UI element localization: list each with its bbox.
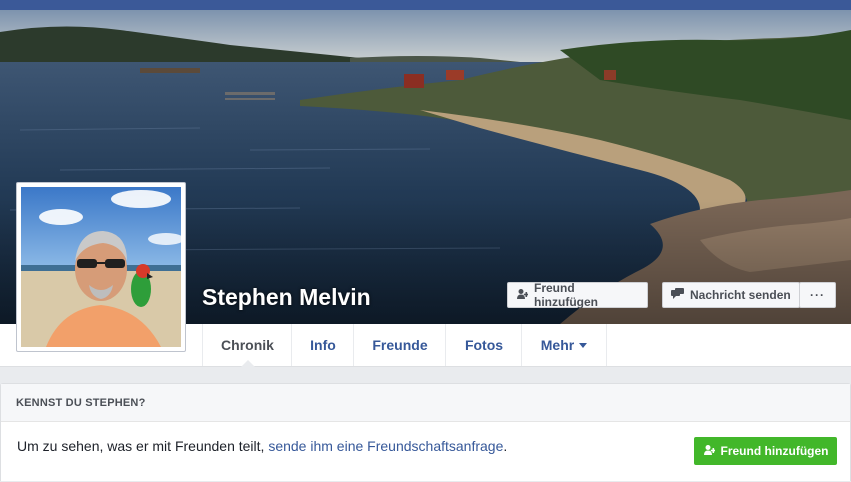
more-options-button[interactable]: ···: [799, 282, 836, 308]
tab-fotos[interactable]: Fotos: [445, 324, 522, 366]
know-person-card: KENNST DU STEPHEN? Um zu sehen, was er m…: [0, 383, 851, 481]
more-dots-icon: ···: [810, 288, 825, 302]
card-header: KENNST DU STEPHEN?: [1, 384, 850, 422]
send-message-label: Nachricht senden: [690, 288, 791, 302]
profile-photo-image: [21, 187, 181, 347]
chevron-down-icon: [579, 342, 588, 348]
add-friend-green-button[interactable]: Freund hinzufügen: [694, 437, 837, 465]
profile-picture[interactable]: [16, 182, 186, 352]
tab-label: Info: [310, 337, 336, 353]
card-body: Um zu sehen, was er mit Freunden teilt, …: [1, 422, 850, 482]
add-friend-icon: [516, 288, 529, 303]
friend-request-link[interactable]: sende ihm eine Freundschaftsanfrage: [268, 438, 503, 454]
tab-chronik[interactable]: Chronik: [202, 324, 292, 367]
tab-label: Fotos: [464, 337, 504, 353]
message-icon: [671, 287, 684, 303]
send-message-button[interactable]: Nachricht senden: [662, 282, 800, 308]
tab-freunde[interactable]: Freunde: [353, 324, 446, 366]
add-friend-icon: [703, 444, 716, 459]
add-friend-button[interactable]: Freund hinzufügen: [507, 281, 648, 309]
add-friend-label: Freund hinzufügen: [534, 281, 598, 309]
add-friend-green-label: Freund hinzufügen: [720, 444, 829, 458]
profile-name: Stephen Melvin: [202, 284, 371, 310]
tab-label: Mehr: [540, 337, 575, 353]
tab-mehr[interactable]: Mehr: [521, 324, 607, 366]
tab-label: Chronik: [221, 337, 274, 353]
top-brand-bar: [0, 0, 851, 10]
card-message: Um zu sehen, was er mit Freunden teilt, …: [17, 438, 507, 454]
tab-label: Freunde: [372, 337, 428, 353]
card-text-after: .: [503, 438, 508, 454]
card-text-before: Um zu sehen, was er mit Freunden teilt,: [17, 438, 269, 454]
tab-info[interactable]: Info: [291, 324, 354, 366]
